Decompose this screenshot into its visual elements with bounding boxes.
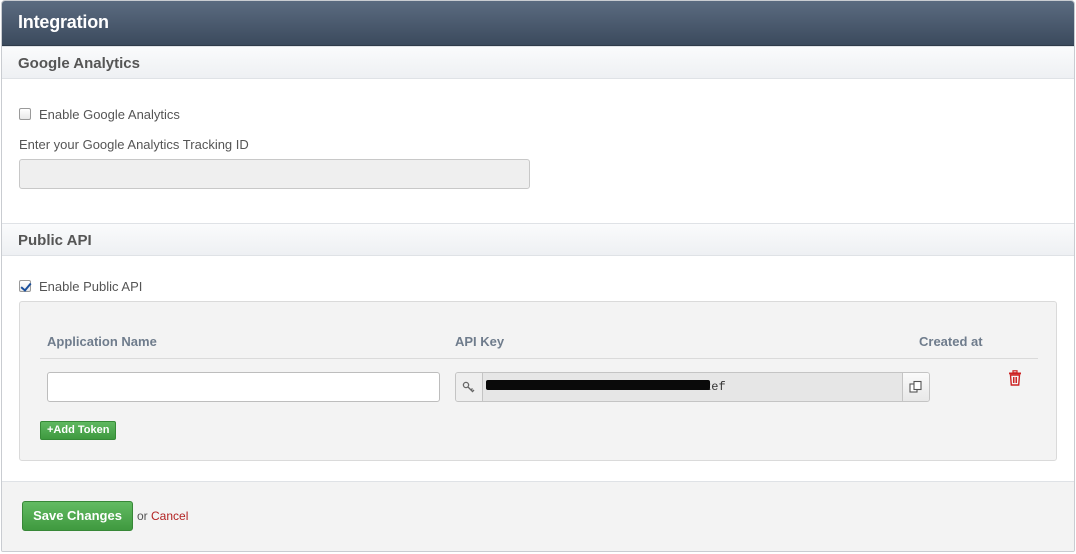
tracking-id-label: Enter your Google Analytics Tracking ID	[19, 137, 249, 152]
column-header-application-name: Application Name	[47, 334, 157, 349]
api-tokens-box: Application Name API Key Created at b2da…	[19, 301, 1057, 461]
public-api-checkbox[interactable]	[19, 280, 31, 292]
column-header-created-at: Created at	[919, 334, 983, 349]
section-header-google-analytics: Google Analytics	[2, 46, 1074, 79]
section-title-google-analytics: Google Analytics	[18, 55, 140, 72]
api-key-field[interactable]: b2da5fafc15a5fc8405b1782f78b412ef	[455, 372, 930, 402]
save-changes-button[interactable]: Save Changes	[22, 501, 133, 531]
public-api-enable-label: Enable Public API	[39, 279, 143, 294]
column-header-api-key: API Key	[455, 334, 505, 349]
section-title-public-api: Public API	[18, 232, 92, 249]
panel-title: Integration	[18, 12, 109, 32]
panel-header: Integration	[2, 1, 1074, 46]
trash-icon[interactable]	[1008, 370, 1022, 389]
cancel-link[interactable]: Cancel	[151, 509, 188, 523]
integration-panel: Integration Google Analytics Enable Goog…	[1, 0, 1075, 552]
table-header-divider	[40, 358, 1038, 359]
or-text: or	[137, 509, 148, 523]
tracking-id-input[interactable]	[19, 159, 530, 189]
api-key-redaction	[486, 380, 710, 390]
copy-icon[interactable]	[902, 373, 929, 401]
section-header-public-api: Public API	[2, 223, 1074, 256]
add-token-button[interactable]: +Add Token	[40, 421, 117, 440]
form-footer: Save Changes or Cancel	[2, 481, 1074, 551]
application-name-input[interactable]	[47, 372, 440, 402]
google-analytics-enable-label: Enable Google Analytics	[39, 107, 180, 122]
key-icon	[456, 373, 483, 401]
google-analytics-checkbox[interactable]	[19, 108, 31, 120]
